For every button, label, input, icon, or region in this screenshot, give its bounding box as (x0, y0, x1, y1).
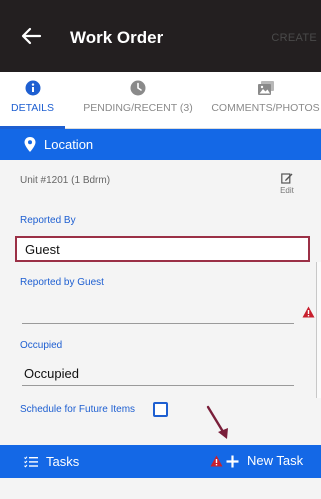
reported-by-guest-input[interactable] (22, 300, 294, 324)
unit-text: Unit #1201 (1 Bdrm) (20, 175, 111, 186)
app-header: Work Order CREATE (0, 0, 321, 72)
reported-by-label: Reported By (20, 215, 76, 226)
schedule-future-items-checkbox[interactable] (153, 402, 168, 417)
scroll-edge (316, 262, 321, 398)
tab-bar: DETAILS PENDING/RECENT (3) COMMENTS/PHOT… (0, 72, 321, 129)
tab-label: COMMENTS/PHOTOS (211, 102, 320, 114)
page-title: Work Order (70, 28, 164, 47)
occupied-input[interactable] (22, 362, 294, 386)
reported-by-guest-label: Reported by Guest (20, 277, 104, 288)
location-section-header[interactable]: Location (0, 129, 321, 160)
clock-icon (130, 80, 146, 96)
map-pin-icon (24, 137, 36, 152)
list-icon (24, 456, 38, 468)
reported-by-input[interactable] (17, 238, 308, 260)
content-area-bottom (0, 478, 321, 499)
tab-label: DETAILS (11, 102, 54, 114)
reported-by-field[interactable] (15, 236, 310, 262)
new-task-label: New Task (247, 453, 304, 468)
back-arrow-icon[interactable] (20, 25, 42, 47)
annotation-arrow-icon (206, 405, 228, 439)
tab-pending-recent[interactable]: PENDING/RECENT (3) (73, 72, 203, 128)
create-button[interactable]: CREATE (271, 32, 317, 44)
edit-icon (281, 173, 293, 184)
location-label: Location (44, 137, 94, 152)
warning-icon (210, 455, 223, 467)
warning-icon (302, 306, 315, 318)
photos-icon (257, 81, 274, 95)
schedule-future-items-label: Schedule for Future Items (20, 404, 136, 415)
tab-comments-photos[interactable]: COMMENTS/PHOTOS (210, 72, 321, 128)
tab-details[interactable]: DETAILS (0, 72, 65, 129)
tab-label: PENDING/RECENT (3) (83, 102, 193, 114)
edit-button[interactable]: Edit (274, 172, 300, 195)
info-circle-icon (25, 80, 40, 96)
tasks-label: Tasks (46, 454, 80, 469)
plus-icon (226, 455, 239, 468)
edit-label: Edit (280, 186, 294, 195)
occupied-label: Occupied (20, 340, 63, 351)
